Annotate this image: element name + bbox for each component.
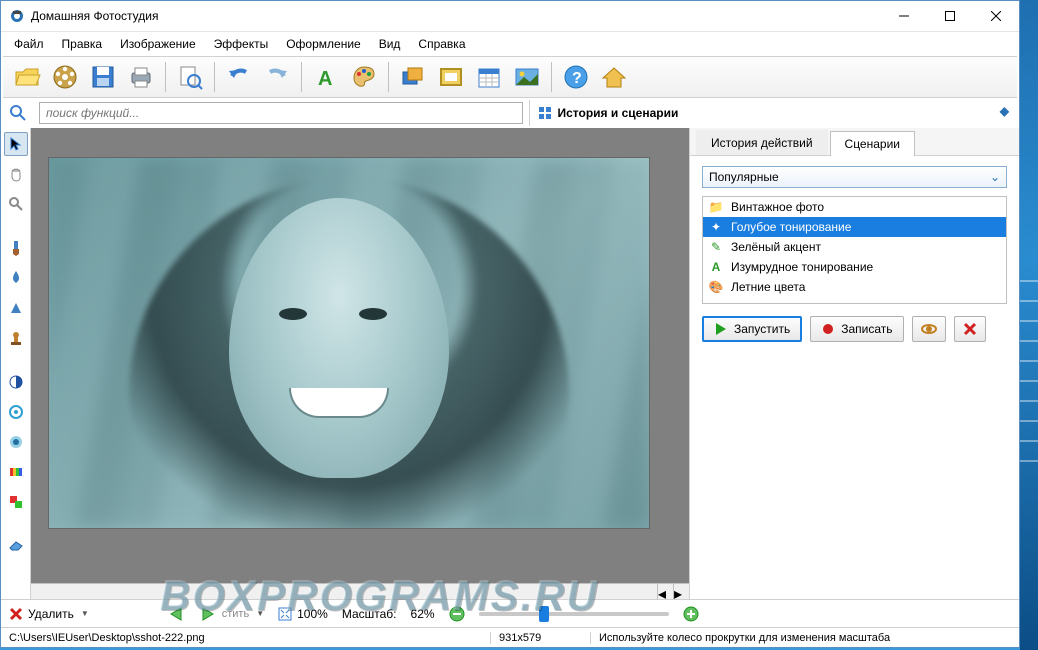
statusbar: C:\Users\IEUser\Desktop\sshot-222.png 93… xyxy=(1,627,1019,647)
text-button[interactable]: A xyxy=(308,59,344,95)
record-button[interactable]: Записать xyxy=(810,316,903,342)
help-button[interactable]: ? xyxy=(558,59,594,95)
brush-tool[interactable] xyxy=(4,236,28,260)
status-filepath: C:\Users\IEUser\Desktop\sshot-222.png xyxy=(1,632,491,644)
pencil-icon: ✎ xyxy=(709,240,723,254)
grid-icon xyxy=(538,106,552,120)
list-item[interactable]: ✎Зелёный акцент xyxy=(703,237,1006,257)
contrast-tool[interactable] xyxy=(4,370,28,394)
scenario-category-dropdown[interactable]: Популярные ⌄ xyxy=(702,166,1007,188)
desktop-background xyxy=(1020,0,1038,650)
titlebar: Домашняя Фотостудия xyxy=(1,1,1019,32)
film-button[interactable] xyxy=(47,59,83,95)
fit-button[interactable]: 100% xyxy=(278,607,328,621)
stamp-tool[interactable] xyxy=(4,326,28,350)
list-item[interactable]: AИзумрудное тонирование xyxy=(703,257,1006,277)
maximize-button[interactable] xyxy=(927,1,973,32)
window-title: Домашняя Фотостудия xyxy=(31,9,881,23)
dropdown-value: Популярные xyxy=(709,170,779,184)
status-hint: Используйте колесо прокрутки для изменен… xyxy=(591,632,1019,644)
delete-button[interactable]: Удалить▼ xyxy=(9,607,89,621)
postcard-button[interactable] xyxy=(509,59,545,95)
app-icon xyxy=(9,8,25,24)
panel-tabs: История действий Сценарии xyxy=(690,128,1019,156)
image-canvas[interactable] xyxy=(49,158,649,528)
gradient-tool[interactable] xyxy=(4,460,28,484)
palette-button[interactable] xyxy=(346,59,382,95)
scenario-actions: Запустить Записать xyxy=(702,316,1007,342)
chevron-down-icon: ⌄ xyxy=(990,170,1000,184)
tab-history[interactable]: История действий xyxy=(696,130,828,155)
run-button[interactable]: Запустить xyxy=(702,316,802,342)
palette-icon: 🎨 xyxy=(709,280,723,294)
menu-effects[interactable]: Эффекты xyxy=(205,34,278,54)
blur-tool[interactable] xyxy=(4,430,28,454)
zoom-in-button[interactable] xyxy=(683,606,699,622)
scenario-list[interactable]: 📁Винтажное фото ✦Голубое тонирование ✎Зе… xyxy=(702,196,1007,304)
letter-icon: A xyxy=(709,260,723,274)
layers-button[interactable] xyxy=(395,59,431,95)
triangle-tool[interactable] xyxy=(4,296,28,320)
search-icon xyxy=(9,104,29,122)
menu-edit[interactable]: Правка xyxy=(53,34,112,54)
minimize-button[interactable] xyxy=(881,1,927,32)
search-row: История и сценарии ◆ xyxy=(1,98,1019,128)
hand-tool[interactable] xyxy=(4,162,28,186)
prev-button[interactable] xyxy=(167,606,185,622)
drop-tool[interactable] xyxy=(4,266,28,290)
left-toolbar xyxy=(1,128,31,599)
zoom-tool[interactable] xyxy=(4,192,28,216)
menu-help[interactable]: Справка xyxy=(409,34,474,54)
menu-view[interactable]: Вид xyxy=(370,34,410,54)
svg-text:A: A xyxy=(318,68,332,89)
status-dimensions: 931x579 xyxy=(491,632,591,644)
menu-decoration[interactable]: Оформление xyxy=(277,34,369,54)
list-item[interactable]: ✦Голубое тонирование xyxy=(703,217,1006,237)
folder-icon: 📁 xyxy=(709,200,723,214)
list-item[interactable]: 📁Винтажное фото xyxy=(703,197,1006,217)
scale-label: Масштаб: xyxy=(342,607,397,621)
svg-text:?: ? xyxy=(572,70,582,87)
panel-title: История и сценарии xyxy=(558,106,679,120)
undo-button[interactable] xyxy=(221,59,257,95)
sharpen-tool[interactable] xyxy=(4,400,28,424)
print-button[interactable] xyxy=(123,59,159,95)
zoom-out-button[interactable] xyxy=(449,606,465,622)
frame-button[interactable] xyxy=(433,59,469,95)
home-button[interactable] xyxy=(596,59,632,95)
tab-scenarios[interactable]: Сценарии xyxy=(830,131,915,156)
close-button[interactable] xyxy=(973,1,1019,32)
calendar-button[interactable] xyxy=(471,59,507,95)
bottom-toolbar: Удалить▼ стить▼ 100% Масштаб: 62% xyxy=(1,599,1019,627)
collapse-icon[interactable]: ◆ xyxy=(1000,104,1009,118)
save-button[interactable] xyxy=(85,59,121,95)
zoom-slider[interactable] xyxy=(479,612,669,616)
pointer-tool[interactable] xyxy=(4,132,28,156)
main-toolbar: A ? xyxy=(3,56,1017,98)
app-window: Домашняя Фотостудия Файл Правка Изображе… xyxy=(0,0,1020,648)
open-button[interactable] xyxy=(9,59,45,95)
replace-color-tool[interactable] xyxy=(4,490,28,514)
list-item[interactable]: 🎨Летние цвета xyxy=(703,277,1006,297)
scale-value: 62% xyxy=(411,607,435,621)
menu-image[interactable]: Изображение xyxy=(111,34,205,54)
redo-button[interactable] xyxy=(259,59,295,95)
next-button[interactable]: стить▼ xyxy=(199,606,264,622)
search-input[interactable] xyxy=(39,102,523,124)
canvas-area[interactable] xyxy=(31,128,689,583)
eraser-tool[interactable] xyxy=(4,534,28,558)
preview-button[interactable] xyxy=(172,59,208,95)
wand-icon: ✦ xyxy=(709,220,723,234)
menu-file[interactable]: Файл xyxy=(5,34,53,54)
delete-scenario-button[interactable] xyxy=(954,316,986,342)
right-panel: История действий Сценарии Популярные ⌄ 📁… xyxy=(689,128,1019,599)
menubar: Файл Правка Изображение Эффекты Оформлен… xyxy=(1,32,1019,56)
edit-scenario-button[interactable] xyxy=(912,316,946,342)
